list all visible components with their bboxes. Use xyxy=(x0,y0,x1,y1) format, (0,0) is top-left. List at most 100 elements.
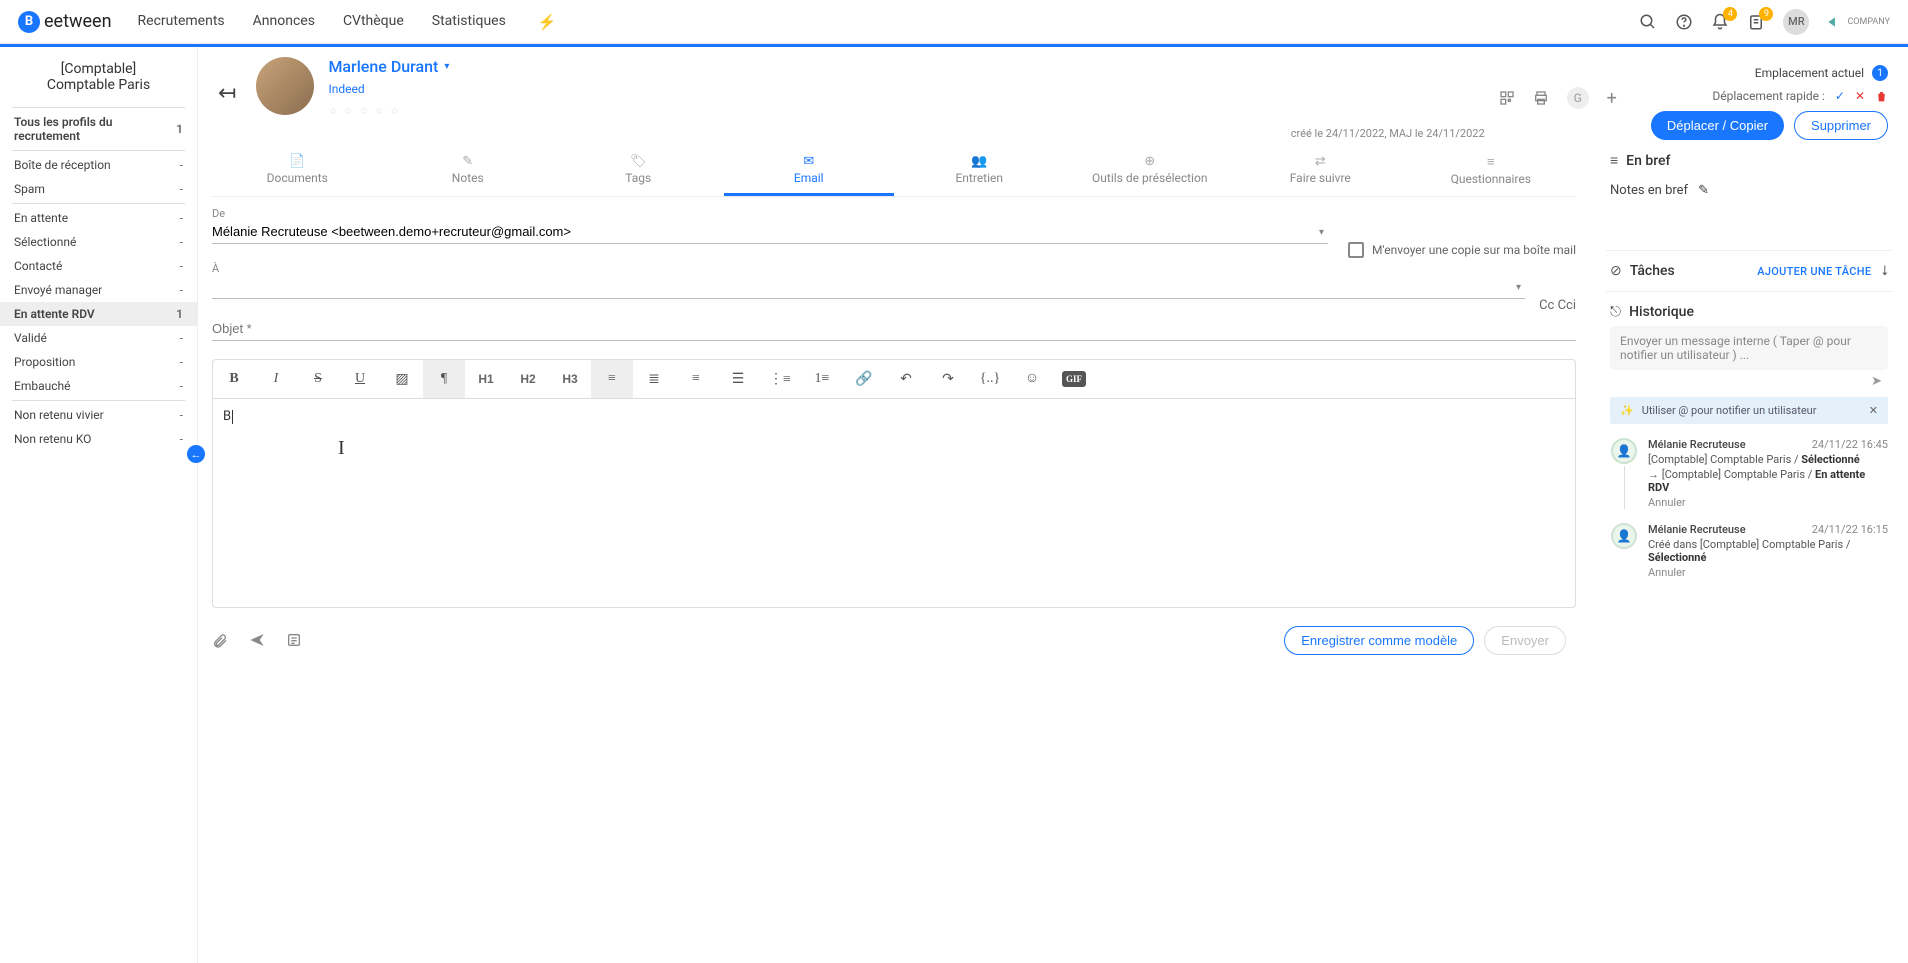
align-left-icon[interactable]: ≡ xyxy=(591,360,633,398)
cancel-link[interactable]: Annuler xyxy=(1648,566,1888,579)
list-ul-icon[interactable]: ⋮≡ xyxy=(759,360,801,398)
assignment-icon[interactable]: 9 xyxy=(1747,13,1765,31)
paragraph-icon[interactable]: ¶ xyxy=(423,360,465,398)
sidebar-item[interactable]: Sélectionné- xyxy=(0,230,197,254)
tab-email[interactable]: ✉Email xyxy=(724,148,895,196)
logo[interactable]: B eetween xyxy=(18,11,112,33)
gif-icon[interactable]: GIF xyxy=(1062,371,1086,387)
template-icon[interactable] xyxy=(286,632,302,650)
undo-icon[interactable]: ↶ xyxy=(885,360,927,398)
profile-source[interactable]: Indeed xyxy=(328,82,1276,96)
document-icon: 📄 xyxy=(216,154,379,169)
header-actions: G + xyxy=(1499,57,1637,109)
copy-checkbox[interactable]: M'envoyer une copie sur ma boîte mail xyxy=(1348,242,1576,262)
link-icon[interactable]: 🔗 xyxy=(843,360,885,398)
back-fab-icon[interactable]: ← xyxy=(187,445,205,463)
italic-icon[interactable]: I xyxy=(255,360,297,398)
chevron-down-icon[interactable]: ▾ xyxy=(1516,282,1521,293)
underline-icon[interactable]: U xyxy=(339,360,381,398)
bell-icon[interactable]: 4 xyxy=(1711,13,1729,31)
nav-statistiques[interactable]: Statistiques xyxy=(432,13,506,31)
panel-tasks: ⊘ Tâches AJOUTER UNE TÂCHE ⭣ xyxy=(1606,250,1892,291)
move-copy-button[interactable]: Déplacer / Copier xyxy=(1651,111,1784,140)
logo-text: eetween xyxy=(44,11,112,32)
sidebar-item[interactable]: Embauché- xyxy=(0,374,197,398)
cancel-link[interactable]: Annuler xyxy=(1648,496,1888,509)
profile-picture[interactable] xyxy=(256,57,314,115)
profile-name[interactable]: Marlene Durant▾ xyxy=(328,57,1276,76)
to-label: À xyxy=(212,262,1525,275)
rating-stars[interactable]: ☆ ☆ ☆ ☆ ☆ xyxy=(328,106,1276,117)
help-icon[interactable] xyxy=(1675,13,1693,31)
close-icon[interactable]: ✕ xyxy=(1869,404,1878,417)
nav-cvtheque[interactable]: CVthèque xyxy=(343,13,404,31)
back-arrow-icon[interactable]: ↤ xyxy=(212,57,242,106)
send-icon[interactable]: ➤ xyxy=(1871,374,1882,389)
from-input[interactable] xyxy=(212,220,1328,244)
align-justify-icon[interactable]: ☰ xyxy=(717,360,759,398)
delete-button[interactable]: Supprimer xyxy=(1794,111,1888,140)
tab-tags[interactable]: 🏷Tags xyxy=(553,148,724,196)
subject-input[interactable] xyxy=(212,317,1576,341)
bolt-icon[interactable]: ⚡ xyxy=(538,13,557,31)
check-icon[interactable]: ✓ xyxy=(1835,89,1845,103)
sidebar-item-active[interactable]: En attente RDV1 xyxy=(0,302,197,326)
x-icon[interactable]: ✕ xyxy=(1855,89,1865,103)
nav-annonces[interactable]: Annonces xyxy=(253,13,315,31)
chevron-down-icon[interactable]: ▾ xyxy=(1319,227,1324,238)
image-icon[interactable]: ▨ xyxy=(381,360,423,398)
chevron-down-icon[interactable]: ⭣ xyxy=(1881,263,1888,279)
add-task-link[interactable]: AJOUTER UNE TÂCHE xyxy=(1757,265,1871,278)
add-icon[interactable]: + xyxy=(1607,88,1617,109)
trash-icon[interactable] xyxy=(1875,90,1888,103)
h3-icon[interactable]: H3 xyxy=(549,360,591,398)
attach-icon[interactable] xyxy=(212,632,228,650)
internal-message-input[interactable]: Envoyer un message interne ( Taper @ pou… xyxy=(1610,326,1888,370)
panel-brief: ≡En bref Notes en bref✎ xyxy=(1606,148,1892,250)
google-icon[interactable]: G xyxy=(1567,87,1589,109)
editor-body[interactable]: B I xyxy=(212,398,1576,608)
sidebar-item[interactable]: Validé- xyxy=(0,326,197,350)
bold-icon[interactable]: B xyxy=(213,360,255,398)
sidebar-item[interactable]: Envoyé manager- xyxy=(0,278,197,302)
search-icon[interactable] xyxy=(1639,13,1657,31)
cc-cci-toggle[interactable]: Cc Cci xyxy=(1539,298,1576,317)
list-ol-icon[interactable]: 1≡ xyxy=(801,360,843,398)
sidebar-item[interactable]: Non retenu KO- xyxy=(0,427,197,451)
sidebar-item[interactable]: Non retenu vivier- xyxy=(0,403,197,427)
to-input[interactable] xyxy=(212,275,1525,299)
sidebar: [Comptable] Comptable Paris Tous les pro… xyxy=(0,47,198,963)
edit-icon[interactable]: ✎ xyxy=(1698,183,1709,198)
sidebar-item[interactable]: Proposition- xyxy=(0,350,197,374)
sidebar-all-profiles[interactable]: Tous les profils du recrutement 1 xyxy=(0,110,197,148)
send-later-icon[interactable] xyxy=(248,632,266,650)
avatar[interactable]: MR xyxy=(1783,9,1809,35)
align-center-icon[interactable]: ≣ xyxy=(633,360,675,398)
note-icon: ✎ xyxy=(387,154,550,169)
send-button[interactable]: Envoyer xyxy=(1484,626,1566,655)
tab-questionnaires[interactable]: ≡Questionnaires xyxy=(1406,148,1577,196)
h2-icon[interactable]: H2 xyxy=(507,360,549,398)
qr-icon[interactable] xyxy=(1499,90,1515,106)
sidebar-item[interactable]: Spam- xyxy=(0,177,197,201)
code-icon[interactable]: {..} xyxy=(969,360,1011,398)
tab-entretien[interactable]: 👥Entretien xyxy=(894,148,1065,196)
sidebar-item[interactable]: Contacté- xyxy=(0,254,197,278)
interview-icon: 👥 xyxy=(898,154,1061,169)
tab-tools[interactable]: ⊕Outils de présélection xyxy=(1065,148,1236,196)
nav-recrutements[interactable]: Recrutements xyxy=(138,13,225,31)
forward-icon: ⇄ xyxy=(1239,154,1402,169)
tab-documents[interactable]: 📄Documents xyxy=(212,148,383,196)
redo-icon[interactable]: ↷ xyxy=(927,360,969,398)
panel-history: ⎋Historique Envoyer un message interne (… xyxy=(1606,291,1892,605)
h1-icon[interactable]: H1 xyxy=(465,360,507,398)
sidebar-item[interactable]: En attente- xyxy=(0,206,197,230)
sidebar-item[interactable]: Boîte de réception- xyxy=(0,153,197,177)
tab-notes[interactable]: ✎Notes xyxy=(383,148,554,196)
emoji-icon[interactable]: ☺ xyxy=(1011,360,1053,398)
align-right-icon[interactable]: ≡ xyxy=(675,360,717,398)
tab-forward[interactable]: ⇄Faire suivre xyxy=(1235,148,1406,196)
strike-icon[interactable]: S xyxy=(297,360,339,398)
print-icon[interactable] xyxy=(1533,90,1549,106)
save-template-button[interactable]: Enregistrer comme modèle xyxy=(1284,626,1474,655)
